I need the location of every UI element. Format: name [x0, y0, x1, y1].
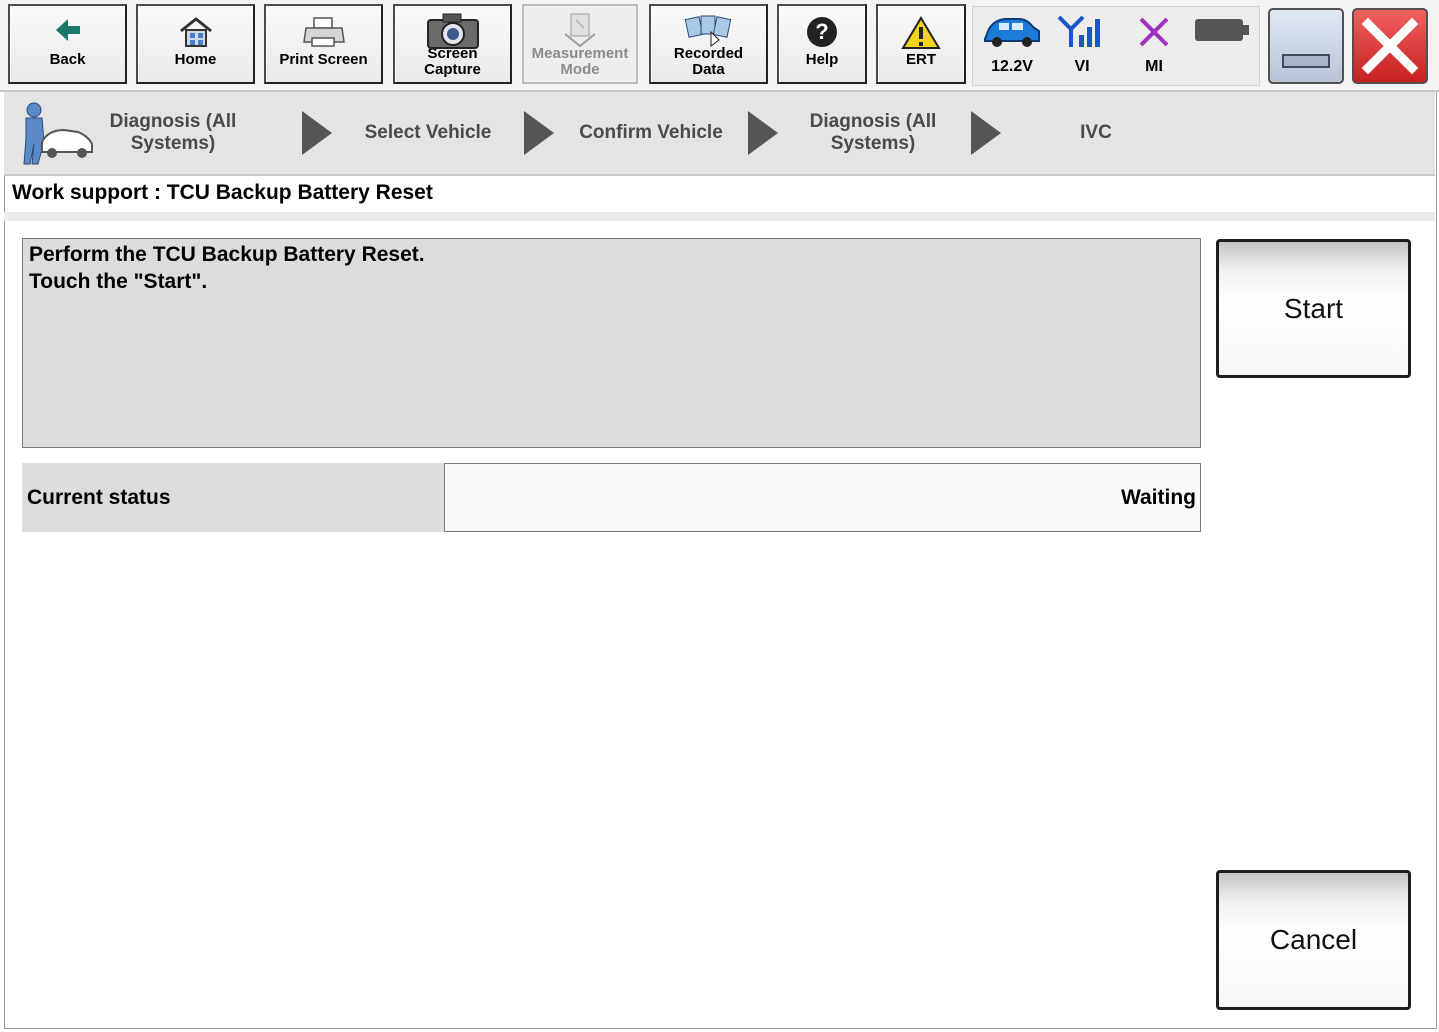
camera-icon: [425, 12, 481, 55]
home-button[interactable]: Home: [136, 4, 255, 84]
measurement-mode-button[interactable]: Measurement Mode: [522, 4, 638, 84]
recorded-data-icon: [683, 12, 735, 53]
help-label: Help: [805, 51, 839, 68]
breadcrumb-arrow-icon: [302, 111, 332, 155]
warning-icon: [901, 16, 941, 55]
vi-label: VI: [1074, 58, 1090, 75]
breadcrumb-arrow-icon: [971, 111, 1001, 155]
title-divider: [4, 212, 1435, 221]
print-screen-label: Print Screen: [279, 51, 368, 68]
start-button[interactable]: Start: [1216, 239, 1411, 378]
technician-car-icon: [12, 98, 96, 171]
measurement-icon: [563, 12, 597, 53]
minimize-icon: [1282, 54, 1330, 68]
status-panel: 12.2V VI MI: [972, 6, 1260, 86]
breadcrumb-step-ivc[interactable]: IVC: [1044, 92, 1148, 174]
printer-icon: [302, 16, 346, 53]
mi-label: MI: [1145, 58, 1163, 75]
minimize-button[interactable]: [1268, 8, 1344, 84]
breadcrumb-step-select-vehicle[interactable]: Select Vehicle: [348, 92, 508, 174]
print-screen-button[interactable]: Print Screen: [264, 4, 383, 84]
help-icon: ?: [806, 16, 838, 53]
current-status-value: Waiting: [444, 463, 1201, 532]
home-label: Home: [174, 51, 217, 68]
current-status-label: Current status: [22, 463, 444, 532]
voltage-indicator: 12.2V: [977, 7, 1047, 85]
instruction-box: Perform the TCU Backup Battery Reset. To…: [22, 238, 1201, 448]
back-arrow-icon: [54, 16, 82, 49]
car-icon: [981, 15, 1043, 54]
battery-indicator: [1187, 7, 1257, 85]
signal-icon: [1057, 15, 1107, 54]
voltage-value: 12.2V: [991, 58, 1033, 75]
breadcrumb-step-diagnosis[interactable]: Diagnosis (All Systems): [98, 92, 248, 174]
close-button[interactable]: [1352, 8, 1428, 84]
page-title: Work support : TCU Backup Battery Reset: [12, 181, 433, 204]
mi-indicator: MI: [1119, 7, 1189, 85]
screen-capture-button[interactable]: Screen Capture: [393, 4, 512, 84]
toolbar: Back Home Print Screen Screen Capture Me…: [0, 0, 1439, 92]
recorded-data-button[interactable]: Recorded Data: [649, 4, 768, 84]
home-icon: [178, 16, 214, 53]
back-label: Back: [49, 51, 86, 68]
breadcrumb-step-confirm-vehicle[interactable]: Confirm Vehicle: [566, 92, 736, 174]
cancel-button[interactable]: Cancel: [1216, 870, 1411, 1010]
back-button[interactable]: Back: [8, 4, 127, 84]
disconnected-x-icon: [1137, 15, 1171, 54]
breadcrumb-arrow-icon: [524, 111, 554, 155]
battery-icon: [1193, 15, 1251, 50]
help-button[interactable]: ? Help: [777, 4, 867, 84]
close-icon: [1361, 17, 1419, 75]
svg-text:?: ?: [815, 19, 828, 44]
breadcrumb-step-diagnosis-all[interactable]: Diagnosis (All Systems): [798, 92, 948, 174]
instruction-line-1: Perform the TCU Backup Battery Reset.: [29, 243, 425, 266]
ert-button[interactable]: ERT: [876, 4, 966, 84]
vi-indicator: VI: [1047, 7, 1117, 85]
breadcrumb-arrow-icon: [748, 111, 778, 155]
instruction-line-2: Touch the "Start".: [29, 270, 208, 293]
breadcrumb: Diagnosis (All Systems) Select Vehicle C…: [4, 92, 1435, 176]
